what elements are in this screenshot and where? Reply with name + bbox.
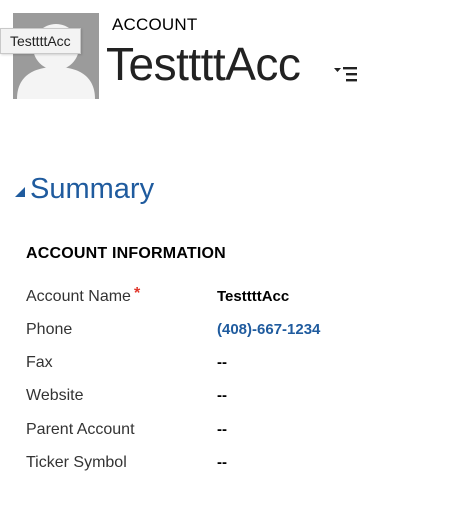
field-row-phone: Phone (408)-667-1234 — [26, 318, 456, 342]
field-label: Parent Account — [26, 421, 135, 438]
default-person-icon — [13, 13, 99, 99]
phone-link[interactable]: (408)-667-1234 — [217, 318, 320, 342]
field-label: Account Name * — [26, 285, 141, 305]
field-value[interactable]: -- — [217, 351, 227, 375]
section-title: Summary — [30, 173, 155, 205]
field-row-account-name: Account Name * TesttttAcc — [26, 285, 456, 309]
required-marker: * — [133, 285, 141, 302]
record-title: TesttttAcc — [106, 38, 301, 90]
field-label: Website — [26, 387, 84, 404]
field-value[interactable]: -- — [217, 384, 227, 408]
group-title: ACCOUNT INFORMATION — [26, 245, 226, 262]
summary-section-toggle[interactable]: Summary — [14, 172, 154, 206]
field-row-fax: Fax -- — [26, 351, 456, 375]
expanded-caret-icon — [15, 187, 25, 197]
record-name-tooltip: TesttttAcc — [0, 28, 81, 54]
field-value[interactable]: TesttttAcc — [217, 285, 289, 309]
field-row-website: Website -- — [26, 384, 456, 408]
field-label: Phone — [26, 321, 73, 338]
field-value[interactable]: -- — [217, 451, 227, 475]
record-page: TesttttAcc ACCOUNT TesttttAcc Summary AC… — [0, 0, 474, 523]
field-value[interactable]: -- — [217, 418, 227, 442]
field-row-ticker-symbol: Ticker Symbol -- — [26, 451, 456, 475]
list-menu-icon[interactable] — [334, 64, 360, 84]
field-row-parent-account: Parent Account -- — [26, 418, 456, 442]
entity-type-label: ACCOUNT — [112, 15, 198, 34]
field-label: Ticker Symbol — [26, 454, 127, 471]
field-label: Fax — [26, 354, 53, 371]
avatar — [13, 13, 99, 99]
